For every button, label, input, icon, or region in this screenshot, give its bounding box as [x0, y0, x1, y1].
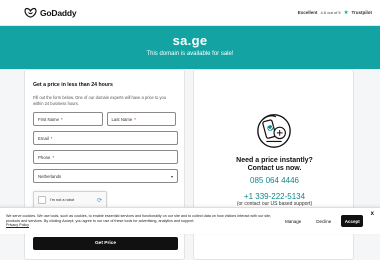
- form-description: Fill out the form below. One of our doma…: [33, 95, 167, 106]
- cookie-text: We serve cookies. We use tools, such as …: [6, 214, 274, 229]
- hero-subtitle: This domain is available for sale!: [146, 51, 234, 57]
- first-name-placeholder: First Name: [38, 116, 60, 122]
- close-icon[interactable]: x: [371, 211, 374, 217]
- contact-heading-line2: Contact us now.: [247, 165, 302, 173]
- recaptcha-checkbox[interactable]: [38, 196, 46, 205]
- support-agent-icon: [257, 114, 291, 148]
- local-phone-link[interactable]: 085 064 4446: [194, 176, 355, 185]
- required-mark: *: [134, 116, 136, 122]
- godaddy-logo-icon: [24, 7, 37, 18]
- chevron-down-icon: ▾: [170, 173, 173, 179]
- accept-cookies-button[interactable]: Accept: [341, 215, 364, 227]
- cookie-actions: Manage Decline Accept: [280, 215, 364, 227]
- phone-placeholder: Phone: [38, 154, 51, 160]
- privacy-policy-link[interactable]: Privacy Policy: [6, 223, 274, 228]
- required-mark: *: [61, 116, 63, 122]
- cookie-banner: We serve cookies. We use tools, such as …: [0, 207, 380, 234]
- recaptcha-label: I'm not a robot: [50, 198, 75, 203]
- recaptcha-logo-icon: ⟳: [96, 197, 102, 204]
- required-mark: *: [52, 154, 55, 160]
- cookie-message: We serve cookies. We use tools, such as …: [6, 213, 272, 223]
- required-mark: *: [50, 135, 53, 141]
- form-title: Get a price in less than 24 hours: [33, 82, 113, 88]
- logo-text: GoDaddy: [40, 7, 77, 18]
- top-bar: GoDaddy Excellent 4.6 out of 5 ★ Trustpi…: [0, 0, 380, 26]
- phone-field[interactable]: Phone *: [33, 150, 178, 165]
- rating-label: Excellent: [297, 10, 318, 15]
- rating-score: 4.6 out of 5: [320, 10, 341, 15]
- email-placeholder: Email: [38, 135, 49, 141]
- us-phone-link[interactable]: +1 339-222-5134: [194, 192, 355, 201]
- last-name-placeholder: Last Name: [111, 116, 133, 122]
- first-name-field[interactable]: First Name *: [33, 112, 103, 127]
- country-select[interactable]: Netherlands ▾: [33, 169, 178, 184]
- godaddy-logo[interactable]: GoDaddy: [24, 7, 77, 18]
- email-field[interactable]: Email *: [33, 131, 178, 146]
- manage-cookies-button[interactable]: Manage: [280, 215, 306, 227]
- contact-heading: Need a price instantly? Contact us now.: [194, 157, 355, 173]
- domain-name: sa.ge: [172, 33, 208, 48]
- decline-cookies-button[interactable]: Decline: [311, 215, 336, 227]
- trustpilot-star-icon: ★: [343, 9, 349, 16]
- hero-banner: sa.ge This domain is available for sale!: [0, 26, 380, 69]
- trustpilot-brand: Trustpilot: [351, 10, 373, 15]
- contact-heading-line1: Need a price instantly?: [236, 157, 313, 164]
- last-name-field[interactable]: Last Name *: [106, 112, 176, 127]
- trustpilot-rating[interactable]: Excellent 4.6 out of 5 ★ Trustpilot: [298, 10, 372, 16]
- country-value: Netherlands: [38, 173, 62, 179]
- name-row: First Name * Last Name *: [33, 112, 176, 127]
- get-price-button[interactable]: Get Price: [33, 237, 178, 250]
